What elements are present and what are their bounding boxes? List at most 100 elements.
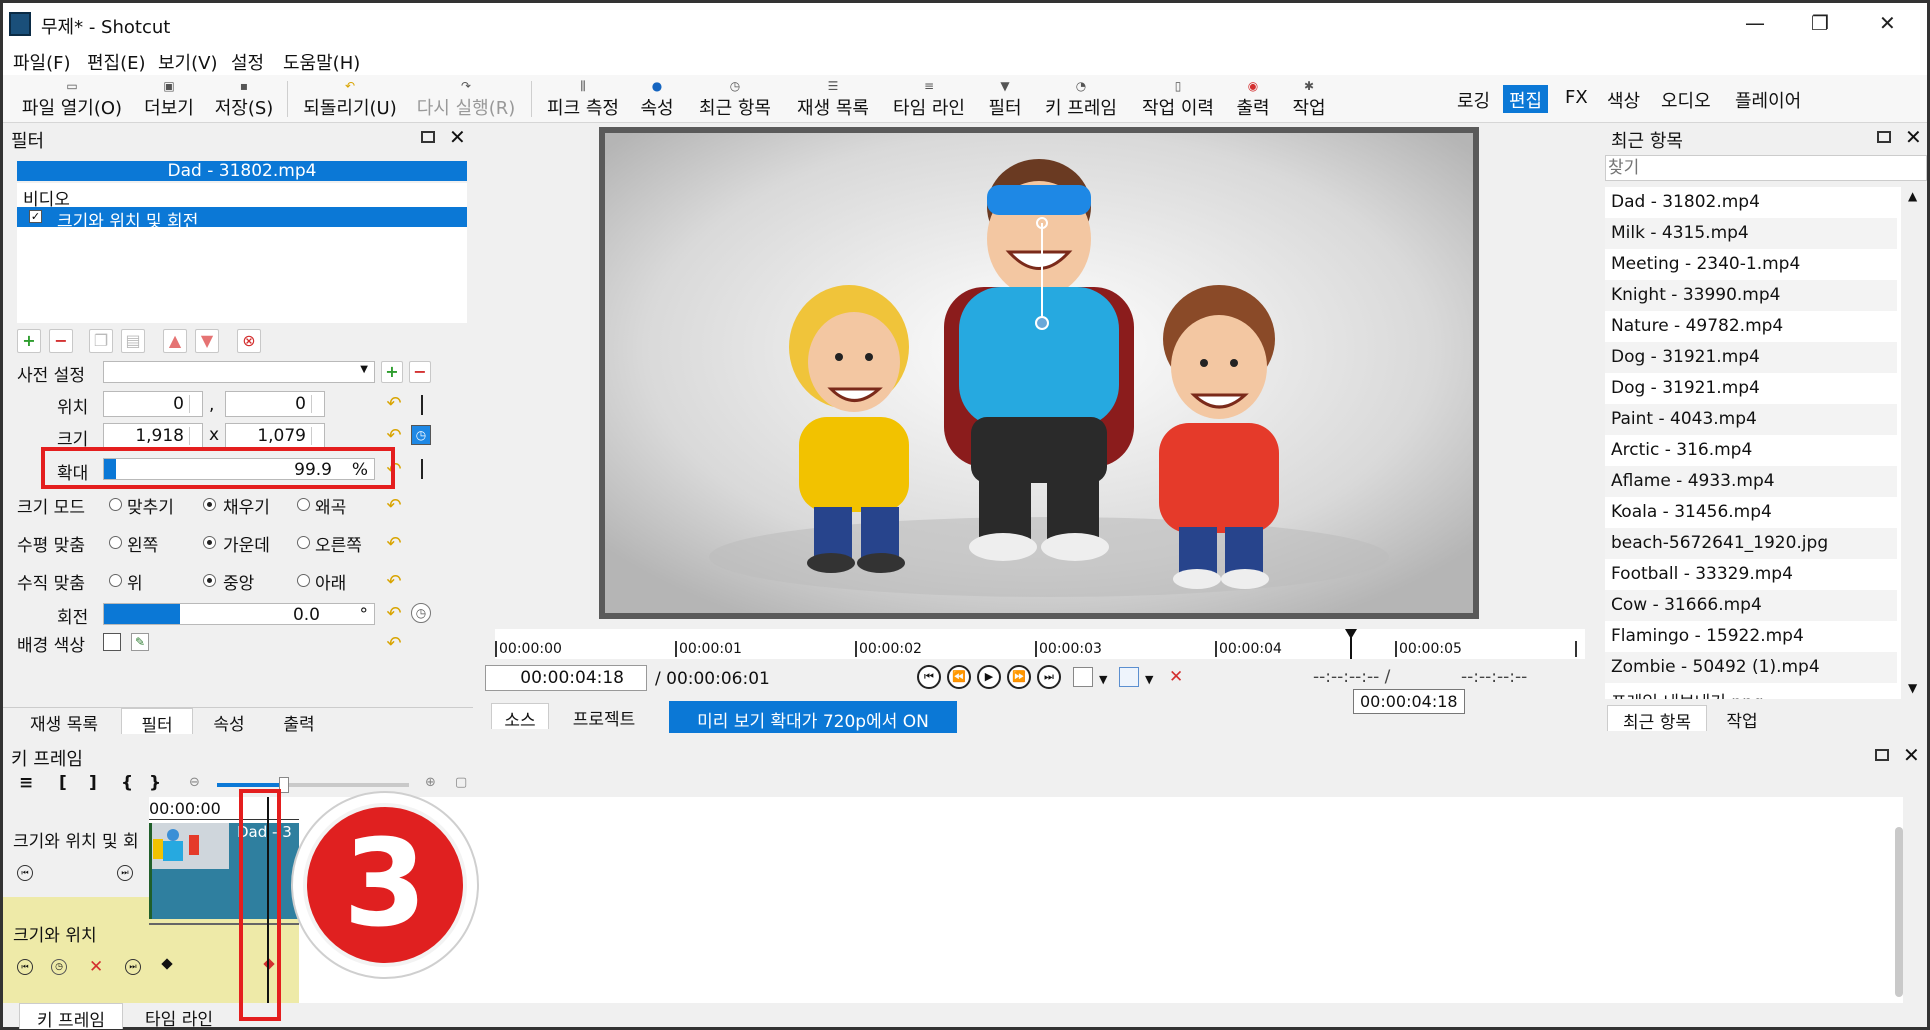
- reset-rotation-icon[interactable]: ↶: [383, 603, 405, 625]
- reset-size-icon[interactable]: ↶: [383, 425, 405, 447]
- seek-start-button[interactable]: {: [121, 773, 133, 793]
- minimize-button[interactable]: —: [1745, 11, 1765, 35]
- close-button[interactable]: ✕: [1879, 11, 1896, 35]
- reset-size-mode-icon[interactable]: ↶: [383, 495, 405, 517]
- workspace-color[interactable]: 색상: [1601, 85, 1646, 113]
- list-item[interactable]: Milk - 4315.mp4: [1605, 218, 1897, 249]
- rewind-icon[interactable]: ⏪: [947, 665, 971, 689]
- jobs-button[interactable]: ✱ 작업: [1287, 75, 1331, 123]
- list-item[interactable]: Meeting - 2340-1.mp4: [1605, 249, 1897, 280]
- save-button[interactable]: ▪ 저장(S): [211, 75, 277, 123]
- list-item[interactable]: Aflame - 4933.mp4: [1605, 466, 1897, 497]
- peak-meter-button[interactable]: ⫼ 피크 측정: [543, 75, 623, 123]
- tab-keyframes[interactable]: 키 프레임: [19, 1003, 123, 1030]
- workspace-logging[interactable]: 로깅: [1451, 85, 1496, 113]
- undo-button[interactable]: ↶ 되돌리기(U): [299, 75, 401, 123]
- video-preview[interactable]: [599, 127, 1479, 619]
- mute-icon[interactable]: ✕: [1169, 667, 1183, 687]
- skip-end-icon[interactable]: ⏭: [1037, 665, 1061, 689]
- prev-keyframe-icon[interactable]: ⏮: [17, 865, 33, 881]
- h-align-right-radio[interactable]: [297, 536, 310, 549]
- tab-output[interactable]: 출력: [267, 708, 331, 735]
- tab-recent[interactable]: 최근 항목: [1607, 705, 1707, 733]
- zoom-track[interactable]: [217, 777, 409, 793]
- list-item[interactable]: Nature - 49782.mp4: [1605, 311, 1897, 342]
- list-item[interactable]: Knight - 33990.mp4: [1605, 280, 1897, 311]
- workspace-fx[interactable]: FX: [1559, 85, 1594, 113]
- size-height-input[interactable]: 1,079: [225, 423, 325, 449]
- tab-playlist[interactable]: 재생 목록: [13, 708, 115, 735]
- list-item[interactable]: Dog - 31921.mp4: [1605, 342, 1897, 373]
- paste-filter-button[interactable]: ▤: [121, 329, 145, 353]
- delete-keyframe-icon[interactable]: ✕: [89, 957, 103, 977]
- workspace-edit[interactable]: 편집: [1503, 85, 1549, 113]
- chevron-down-icon[interactable]: ▼: [1099, 673, 1107, 686]
- list-item[interactable]: Dog - 31921.mp4: [1605, 373, 1897, 404]
- eyedropper-icon[interactable]: ✎: [131, 633, 149, 651]
- grid-icon[interactable]: [1119, 667, 1139, 687]
- player-ruler[interactable]: 00:00:00 00:00:01 00:00:02 00:00:03 00:0…: [495, 629, 1585, 659]
- rotation-slider[interactable]: 0.0 °: [103, 603, 375, 625]
- stopwatch-icon[interactable]: ◷: [411, 425, 431, 445]
- list-item[interactable]: 프레임 내보내기.png: [1605, 683, 1897, 699]
- tab-properties[interactable]: 속성: [199, 708, 259, 735]
- list-item[interactable]: Paint - 4043.mp4: [1605, 404, 1897, 435]
- fast-forward-icon[interactable]: ⏩: [1007, 665, 1031, 689]
- size-mode-distort-radio[interactable]: [297, 498, 310, 511]
- history-button[interactable]: ▯ 작업 이력: [1135, 75, 1221, 123]
- size-mode-fill-radio[interactable]: [203, 498, 216, 511]
- preview-scaling-message[interactable]: 미리 보기 확대가 720p에서 ON: [669, 701, 957, 733]
- keyframes-scrollbar[interactable]: [1895, 827, 1903, 997]
- redo-button[interactable]: ↷ 다시 실행(R): [411, 75, 521, 123]
- preset-dropdown[interactable]: ▼: [103, 361, 375, 383]
- reset-v-align-icon[interactable]: ↶: [383, 571, 405, 593]
- maximize-button[interactable]: ❐: [1811, 11, 1829, 35]
- v-align-middle-radio[interactable]: [203, 574, 216, 587]
- tab-filter[interactable]: 필터: [121, 708, 193, 736]
- next-keyframe-icon[interactable]: ⏭: [117, 865, 133, 881]
- keyframes-menu-icon[interactable]: ≡: [19, 773, 33, 793]
- workspace-player[interactable]: 플레이어: [1729, 85, 1807, 113]
- list-item[interactable]: Cow - 31666.mp4: [1605, 590, 1897, 621]
- move-down-button[interactable]: ▼: [195, 329, 219, 353]
- list-item[interactable]: beach-5672641_1920.jpg: [1605, 528, 1897, 559]
- zoom-view-icon[interactable]: [1073, 667, 1093, 687]
- stopwatch-icon[interactable]: ◷: [51, 959, 67, 975]
- menu-edit[interactable]: 편집(E): [87, 49, 146, 75]
- menu-settings[interactable]: 설정: [231, 49, 264, 75]
- reset-h-align-icon[interactable]: ↶: [383, 533, 405, 555]
- size-width-input[interactable]: 1,918: [103, 423, 203, 449]
- reset-bg-color-icon[interactable]: ↶: [383, 633, 405, 655]
- menu-file[interactable]: 파일(F): [13, 49, 71, 75]
- next-keyframe-icon[interactable]: ⏭: [125, 959, 141, 975]
- h-align-center-radio[interactable]: [203, 536, 216, 549]
- timeline-button[interactable]: ≡ 타임 라인: [887, 75, 971, 123]
- position-x-input[interactable]: 0: [103, 391, 203, 417]
- delete-preset-button[interactable]: −: [409, 361, 431, 383]
- tab-jobs[interactable]: 작업: [1715, 705, 1769, 732]
- seek-next-keyframe-button[interactable]: ]: [89, 773, 97, 793]
- workspace-audio[interactable]: 오디오: [1655, 85, 1717, 113]
- list-item[interactable]: Football - 33329.mp4: [1605, 559, 1897, 590]
- chevron-up-icon[interactable]: ▲: [1908, 189, 1917, 203]
- open-file-button[interactable]: ▭ 파일 열기(O): [17, 75, 127, 123]
- panel-close-icon[interactable]: ✕: [1903, 743, 1920, 767]
- filter-button[interactable]: ▼ 필터: [983, 75, 1027, 123]
- timecode-input[interactable]: 00:00:04:18: [485, 665, 647, 691]
- list-item[interactable]: Arctic - 316.mp4: [1605, 435, 1897, 466]
- filter-enabled-checkbox[interactable]: ✓: [29, 210, 42, 223]
- bg-color-swatch[interactable]: [103, 633, 121, 651]
- seek-prev-keyframe-button[interactable]: [: [59, 773, 67, 793]
- panel-close-icon[interactable]: ✕: [449, 125, 466, 149]
- float-icon[interactable]: [421, 131, 435, 143]
- list-item[interactable]: Koala - 31456.mp4: [1605, 497, 1897, 528]
- add-filter-button[interactable]: +: [17, 329, 41, 353]
- menu-view[interactable]: 보기(V): [158, 49, 217, 75]
- seek-end-button[interactable]: }: [149, 773, 161, 793]
- panel-close-icon[interactable]: ✕: [1905, 125, 1922, 149]
- tab-project[interactable]: 프로젝트: [555, 703, 653, 730]
- tab-source[interactable]: 소스: [491, 703, 549, 731]
- more-button[interactable]: ▣ 더보기: [137, 75, 201, 123]
- float-icon[interactable]: [1877, 131, 1891, 143]
- recent-button[interactable]: ◷ 최근 항목: [691, 75, 779, 123]
